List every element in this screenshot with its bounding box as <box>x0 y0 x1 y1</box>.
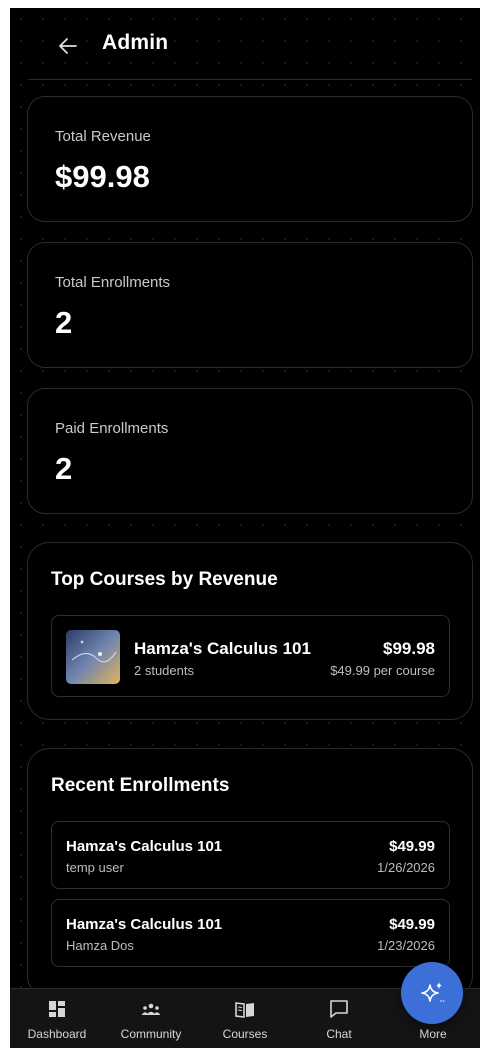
section-title: Recent Enrollments <box>51 775 230 796</box>
nav-label: More <box>419 1027 447 1041</box>
nav-label: Chat <box>326 1027 352 1041</box>
stat-value: 2 <box>55 451 73 486</box>
enrollment-user: Hamza Dos <box>66 938 134 953</box>
ai-assistant-button[interactable] <box>401 962 463 1024</box>
enrollment-date: 1/23/2026 <box>377 938 435 953</box>
enrollment-user: temp user <box>66 860 124 875</box>
total-revenue-card: Total Revenue $99.98 <box>27 96 473 222</box>
course-name: Hamza's Calculus 101 <box>134 639 311 658</box>
enrollment-row[interactable]: Hamza's Calculus 101 Hamza Dos $49.99 1/… <box>51 899 450 967</box>
enrollment-date: 1/26/2026 <box>377 860 435 875</box>
top-courses-card: Top Courses by Revenue Hamza's Calculus … <box>27 542 473 720</box>
nav-label: Community <box>120 1027 182 1041</box>
paid-enrollments-card: Paid Enrollments 2 <box>27 388 473 514</box>
nav-item-dashboard[interactable]: Dashboard <box>10 989 104 1048</box>
stat-label: Paid Enrollments <box>55 420 169 437</box>
recent-enrollments-card: Recent Enrollments Hamza's Calculus 101 … <box>27 748 473 998</box>
page-title: Admin <box>102 31 169 54</box>
nav-item-chat[interactable]: Chat <box>292 989 386 1048</box>
enrollment-course: Hamza's Calculus 101 <box>66 838 223 855</box>
enrollment-course: Hamza's Calculus 101 <box>66 916 223 933</box>
sparkle-icon <box>421 982 445 1002</box>
chat-icon <box>330 1000 348 1018</box>
nav-label: Courses <box>222 1027 268 1041</box>
stat-value: 2 <box>55 305 73 340</box>
course-thumbnail <box>66 630 120 684</box>
course-row[interactable]: Hamza's Calculus 101 2 students $99.98 $… <box>51 615 450 697</box>
total-enrollments-card: Total Enrollments 2 <box>27 242 473 368</box>
nav-item-courses[interactable]: Courses <box>198 989 292 1048</box>
enrollment-price: $49.99 <box>389 916 435 933</box>
community-icon <box>141 1003 161 1015</box>
stat-value: $99.98 <box>55 159 150 194</box>
book-icon <box>235 1002 254 1018</box>
enrollment-row[interactable]: Hamza's Calculus 101 temp user $49.99 1/… <box>51 821 450 889</box>
course-price-per-course: $49.99 per course <box>330 663 435 678</box>
arrow-left-icon <box>59 38 77 54</box>
stat-label: Total Enrollments <box>55 274 171 291</box>
nav-label: Dashboard <box>27 1027 87 1041</box>
app-screen: Admin Total Revenue $99.98 Total Enrollm… <box>10 8 480 1048</box>
stat-label: Total Revenue <box>55 128 151 145</box>
nav-item-community[interactable]: Community <box>104 989 198 1048</box>
back-button[interactable] <box>54 32 82 60</box>
dashboard-icon <box>49 1001 65 1017</box>
enrollment-price: $49.99 <box>389 838 435 855</box>
header-divider <box>28 79 472 80</box>
app-header: Admin <box>10 8 480 80</box>
section-title: Top Courses by Revenue <box>51 569 278 590</box>
course-students: 2 students <box>134 663 194 678</box>
course-revenue: $99.98 <box>383 639 435 658</box>
